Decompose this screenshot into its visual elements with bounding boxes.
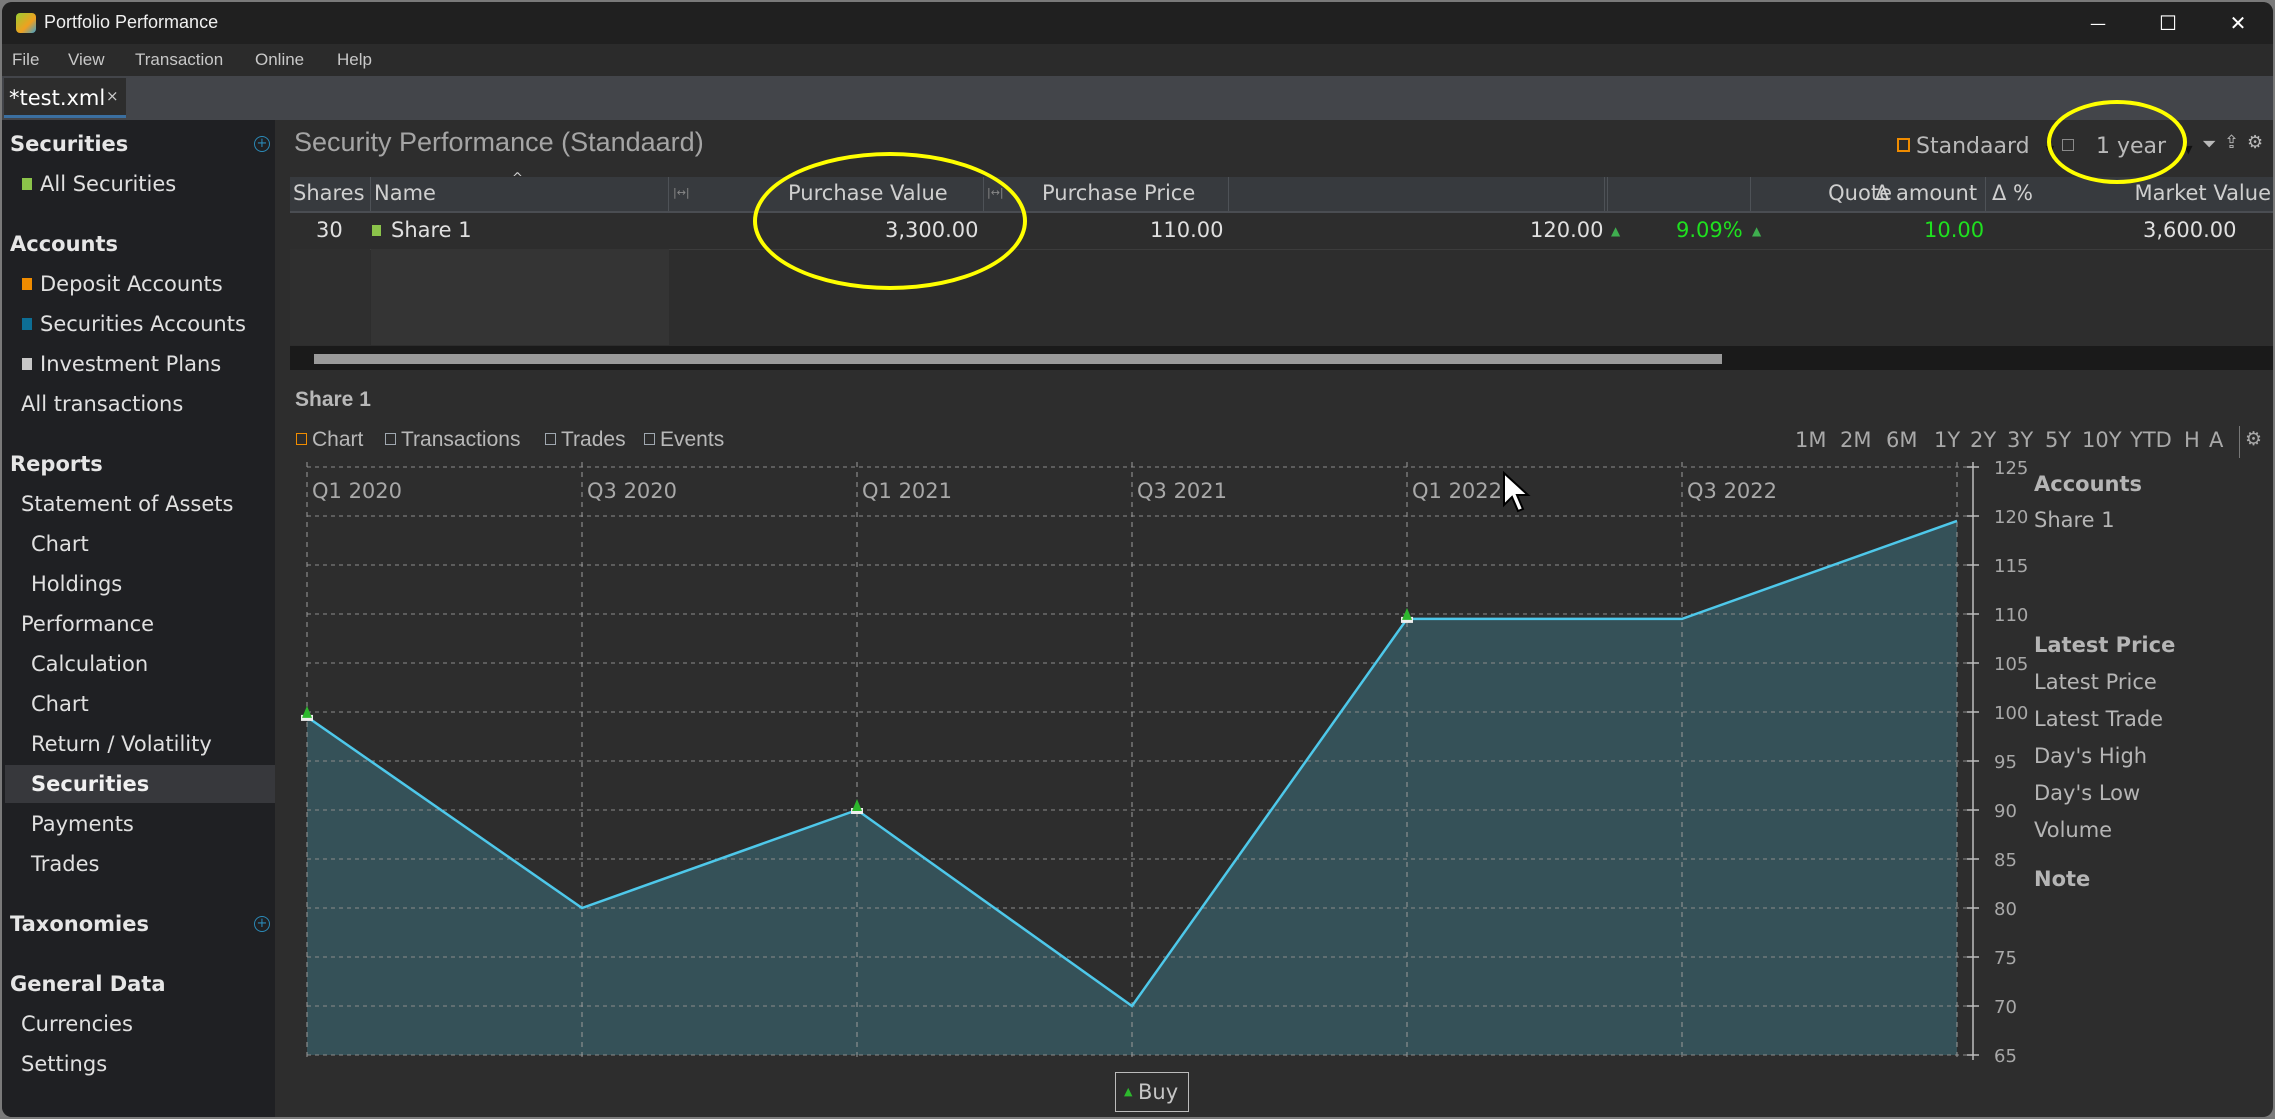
legend-item-volume[interactable]: Volume: [2034, 818, 2112, 842]
y-tick-label: 75: [1994, 948, 2017, 969]
chart-legend-buy[interactable]: ▲ Buy: [1115, 1072, 1189, 1112]
legend-item-days-high[interactable]: Day's High: [2034, 744, 2147, 768]
y-tick-label: 70: [1994, 997, 2017, 1018]
y-tick-label: 115: [1994, 556, 2028, 577]
y-tick-label: 90: [1994, 801, 2017, 822]
legend-item-latest-trade[interactable]: Latest Trade: [2034, 707, 2163, 731]
price-chart[interactable]: 125 120 115 110 105 100 95 90 85 80 75 70 65 Q1 2020 Q…: [2, 2, 2273, 1117]
y-tick-label: 95: [1994, 752, 2017, 773]
legend-item-days-low[interactable]: Day's Low: [2034, 781, 2140, 805]
x-tick-label: Q3 2021: [1137, 479, 1227, 503]
buy-legend-label: Buy: [1138, 1080, 1179, 1104]
legend-heading-accounts: Accounts: [2034, 472, 2143, 496]
legend-item-share-1[interactable]: Share 1: [2034, 508, 2115, 532]
mouse-cursor-icon: [1503, 471, 1531, 513]
buy-marker-icon: ▲: [1124, 1085, 1133, 1098]
y-tick-label: 125: [1994, 458, 2028, 479]
x-tick-label: Q3 2022: [1687, 479, 1777, 503]
legend-item-latest-price[interactable]: Latest Price: [2034, 670, 2157, 694]
app-window: Portfolio Performance — ☐ ✕ File View Tr…: [2, 2, 2273, 1117]
y-tick-label: 105: [1994, 654, 2028, 675]
legend-heading-latest-price: Latest Price: [2034, 633, 2176, 657]
y-tick-label: 85: [1994, 850, 2017, 871]
buy-marker: [852, 799, 862, 811]
x-tick-label: Q3 2020: [587, 479, 677, 503]
y-tick-label: 80: [1994, 899, 2017, 920]
x-tick-label: Q1 2020: [312, 479, 402, 503]
x-tick-label: Q1 2021: [862, 479, 952, 503]
y-tick-label: 100: [1994, 703, 2028, 724]
y-tick-label: 120: [1994, 507, 2028, 528]
y-tick-label: 110: [1994, 605, 2028, 626]
legend-heading-note: Note: [2034, 867, 2091, 891]
y-tick-label: 65: [1994, 1046, 2017, 1067]
x-tick-label: Q1 2022: [1412, 479, 1502, 503]
